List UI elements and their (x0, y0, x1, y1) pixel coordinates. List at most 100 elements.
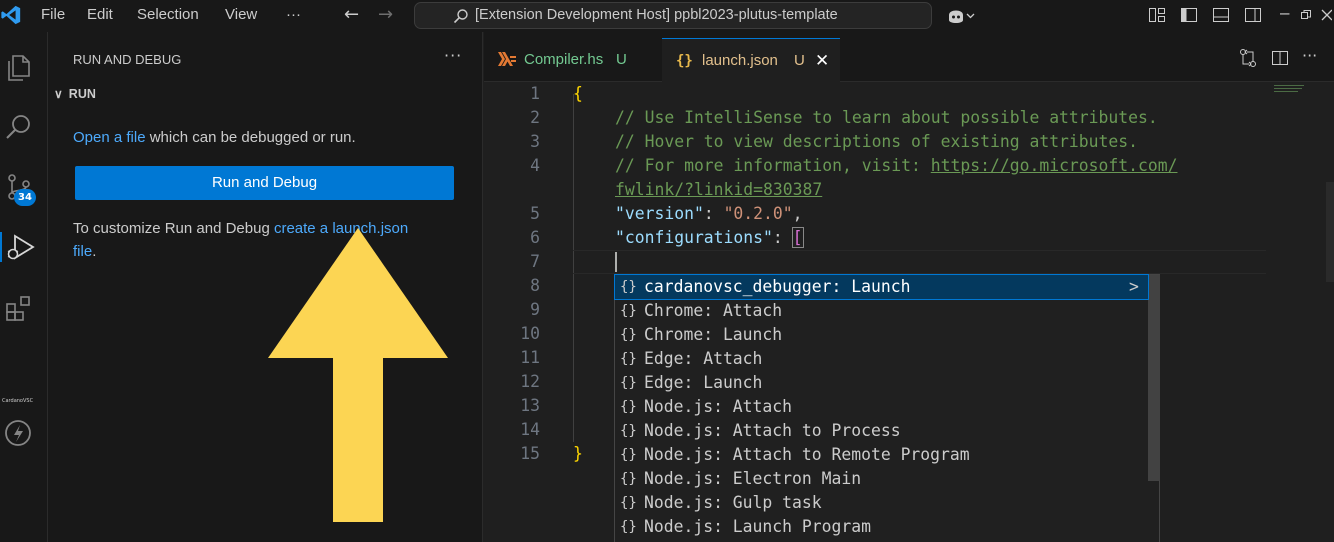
code-line-1: { (573, 84, 583, 103)
suggestion-item[interactable]: {} Node.js: Electron Main (615, 467, 1148, 491)
suggestion-item[interactable]: {} Edge: Attach (615, 347, 1148, 371)
command-center-text: [Extension Development Host] ppbl2023-pl… (475, 7, 838, 23)
layout-controls-icon[interactable] (1148, 6, 1166, 24)
suggestion-item[interactable]: {} Node.js: Attach to Remote Program (615, 443, 1148, 467)
line-number: 3 (530, 132, 540, 151)
line-number: 13 (520, 396, 540, 415)
compare-changes-icon[interactable] (1238, 48, 1258, 68)
suggestion-label: Node.js: Electron Main (644, 469, 862, 488)
suggestion-label: Node.js: Attach (644, 397, 793, 416)
braces-icon: {} (620, 519, 637, 535)
run-and-debug-button[interactable]: Run and Debug (75, 166, 454, 200)
split-editor-icon[interactable] (1270, 48, 1290, 68)
suggestion-label: Edge: Attach (644, 349, 763, 368)
open-file-text: which can be debugged or run. (145, 129, 356, 146)
current-line-highlight (573, 250, 1266, 274)
close-window-icon[interactable] (1320, 8, 1332, 22)
sidebar-title: RUN AND DEBUG (73, 52, 182, 67)
editor-scrollbar[interactable] (1326, 182, 1334, 282)
sidebar-more-actions[interactable]: ··· (444, 46, 462, 65)
chevron-down-icon: ∨ (54, 87, 63, 101)
braces-icon: {} (620, 351, 637, 367)
suggestion-item[interactable]: {} Chrome: Attach (615, 299, 1148, 323)
copilot-icon[interactable] (946, 6, 976, 26)
line-number: 8 (530, 276, 540, 295)
menu-more[interactable]: ··· (286, 6, 301, 23)
docs-link[interactable]: https://go.microsoft.com/ (931, 156, 1178, 175)
braces-icon: {} (620, 399, 637, 415)
suggestion-label: cardanovsc_debugger: Launch (644, 277, 911, 296)
braces-icon: {} (620, 303, 637, 319)
search-icon (453, 9, 468, 24)
toggle-secondary-sidebar-icon[interactable] (1244, 6, 1262, 24)
forward-arrow-icon[interactable]: → (378, 4, 393, 25)
braces-icon: {} (620, 279, 637, 295)
title-bar: File Edit Selection View ··· ← → [Extens… (0, 0, 1334, 32)
suggestion-label: Node.js: Attach to Process (644, 421, 901, 440)
create-launch-json-file-link[interactable]: file (73, 243, 92, 260)
line-number: 11 (520, 348, 540, 367)
code-line-3: // Hover to view descriptions of existin… (615, 132, 1139, 151)
line-number: 4 (530, 156, 540, 175)
tab-compiler-hs[interactable]: Compiler.hs U (484, 38, 662, 82)
lightning-extension-icon[interactable] (4, 418, 34, 448)
docs-link-continued[interactable]: fwlink/?linkid=830387 (615, 180, 822, 199)
text-cursor (615, 252, 617, 272)
suggestion-item[interactable]: {} Edge: Launch (615, 371, 1148, 395)
suggestion-label: Edge: Launch (644, 373, 763, 392)
code-line-2: // Use IntelliSense to learn about possi… (615, 108, 1158, 127)
tab-compiler-hs-status: U (616, 51, 627, 68)
toggle-panel-icon[interactable] (1212, 6, 1230, 24)
section-run-label: RUN (68, 87, 96, 101)
source-control-badge: 34 (14, 189, 36, 206)
editor-more-actions[interactable]: ··· (1302, 46, 1317, 65)
suggestion-item[interactable]: {} Node.js: Gulp task (615, 491, 1148, 515)
section-run-header[interactable]: ∨ RUN (54, 87, 96, 101)
menu-edit[interactable]: Edit (87, 6, 113, 23)
tab-launch-json[interactable]: {} launch.json U ✕ (662, 38, 840, 82)
extensions-icon[interactable] (4, 294, 34, 324)
restore-icon[interactable] (1300, 9, 1312, 21)
tab-close-icon[interactable]: ✕ (815, 39, 829, 83)
open-file-message: Open a file which can be debugged or run… (73, 126, 356, 149)
search-activity-icon[interactable] (4, 112, 34, 142)
suggestion-item[interactable]: {} cardanovsc_debugger: Launch > (614, 274, 1149, 300)
menu-view[interactable]: View (225, 6, 257, 23)
json-file-icon: {} (676, 53, 693, 69)
braces-icon: {} (620, 495, 637, 511)
explorer-icon[interactable] (4, 52, 34, 82)
suggestion-item[interactable]: {} Node.js: Attach (615, 395, 1148, 419)
line-number: 6 (530, 228, 540, 247)
tab-launch-json-status: U (794, 52, 805, 69)
suggestion-scrollbar[interactable] (1148, 275, 1160, 481)
read-more-chevron-icon[interactable]: > (1129, 275, 1139, 299)
annotation-up-arrow (268, 228, 448, 522)
suggestion-item[interactable]: {} Node.js: Launch Program (615, 515, 1148, 539)
line-number: 14 (520, 420, 540, 439)
suggestion-label: Node.js: Attach to Remote Program (644, 445, 970, 464)
menu-selection[interactable]: Selection (137, 6, 199, 23)
run-and-debug-icon[interactable] (0, 232, 36, 262)
tab-compiler-hs-name: Compiler.hs (524, 51, 604, 68)
cardanovsc-label[interactable]: CardanoVSC (2, 398, 33, 404)
customize-text: To customize Run and Debug (73, 220, 274, 237)
menu-file[interactable]: File (41, 6, 65, 23)
suggestion-item[interactable]: {} Chrome: Launch (615, 323, 1148, 347)
suggestion-label: Chrome: Attach (644, 301, 783, 320)
suggestion-item[interactable]: {} Node.js: Attach to Process (615, 419, 1148, 443)
toggle-primary-sidebar-icon[interactable] (1180, 6, 1198, 24)
vscode-logo-icon (1, 5, 21, 25)
minimap[interactable] (1274, 84, 1314, 94)
braces-icon: {} (620, 327, 637, 343)
suggestion-list: {} cardanovsc_debugger: Launch > {} Chrome: … (614, 274, 1160, 542)
command-center[interactable]: [Extension Development Host] ppbl2023-pl… (414, 2, 932, 29)
code-line-15: } (573, 444, 583, 463)
line-number: 9 (530, 300, 540, 319)
code-line-6: "configurations": [ (615, 227, 804, 248)
editor-tabs: Compiler.hs U {} launch.json U ✕ ··· (484, 32, 1334, 82)
minimize-button[interactable]: – (1280, 3, 1289, 23)
back-arrow-icon[interactable]: ← (344, 4, 359, 25)
code-line-4: // For more information, visit: https://… (615, 156, 1178, 175)
line-number: 7 (530, 252, 540, 271)
open-file-link[interactable]: Open a file (73, 129, 146, 146)
